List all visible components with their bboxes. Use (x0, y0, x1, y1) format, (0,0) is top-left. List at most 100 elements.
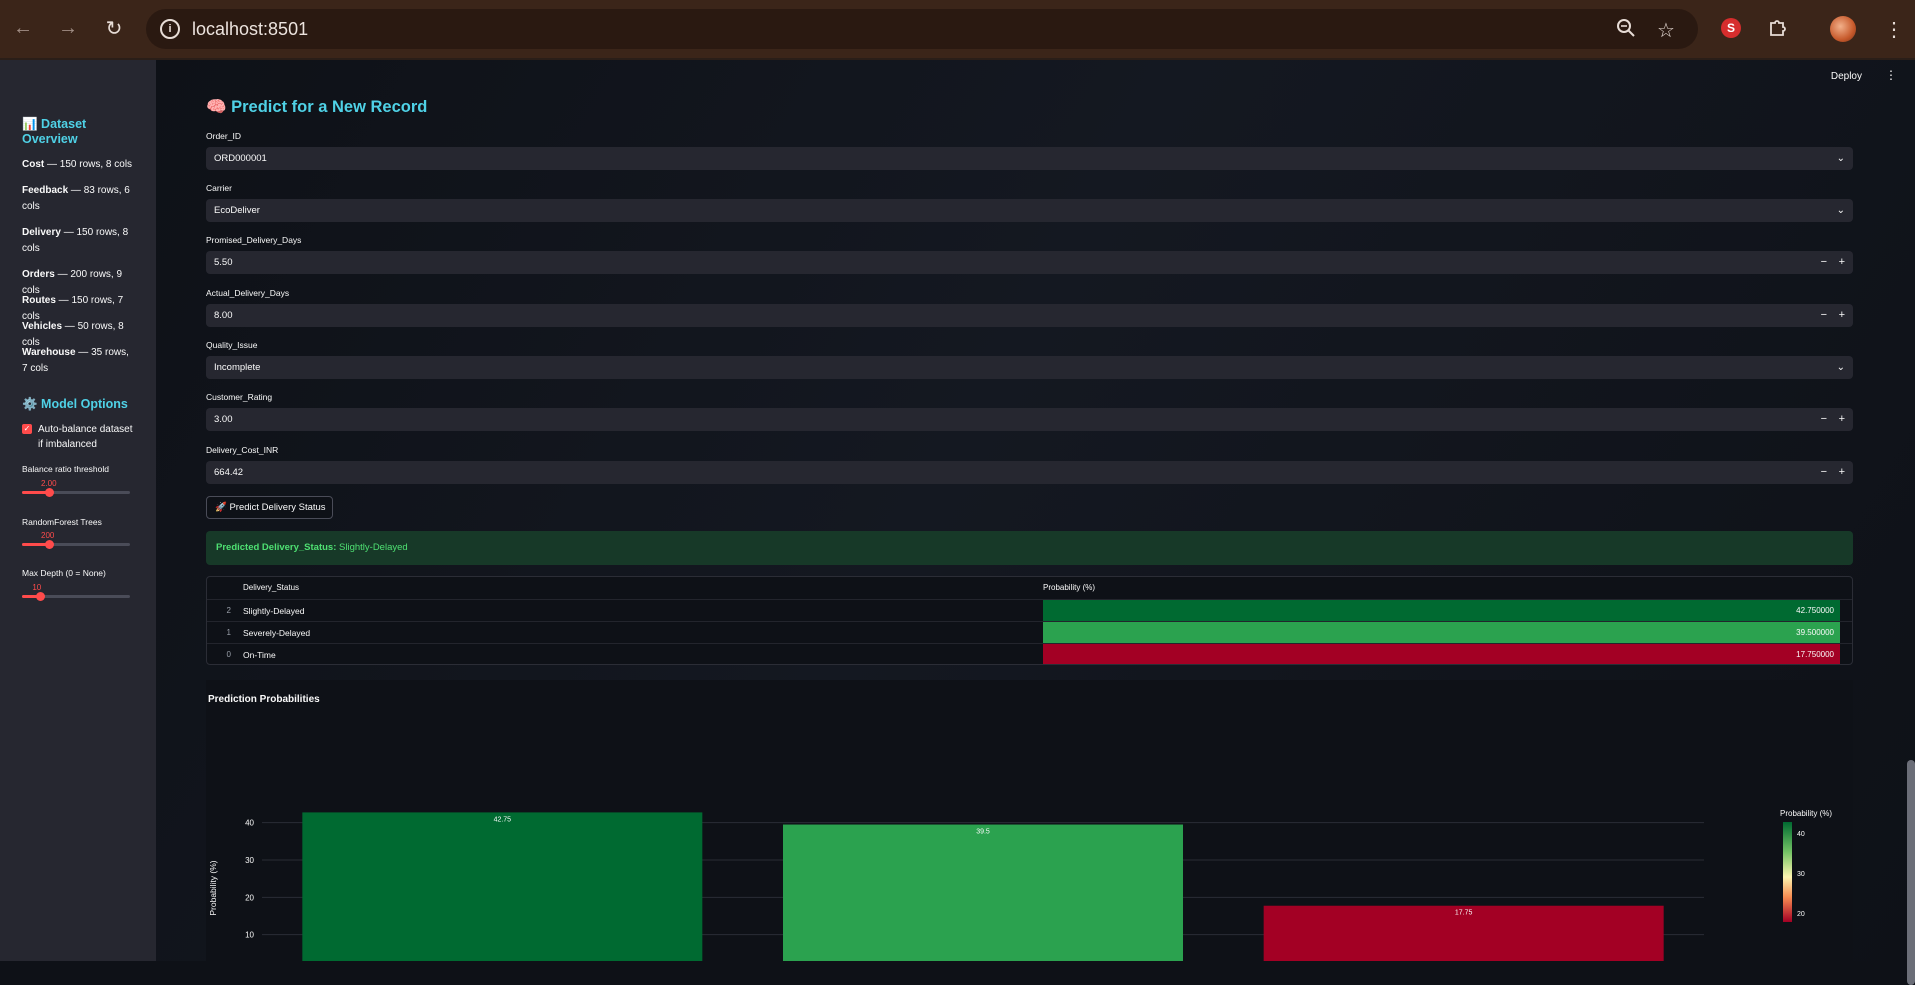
browser-menu-icon[interactable]: ⋮ (1884, 17, 1904, 42)
slider-thumb[interactable] (36, 592, 46, 601)
status-cell: On-Time (243, 650, 276, 660)
y-tick-label: 20 (245, 893, 254, 902)
dataset-item-warehouse: Warehouse — 35 rows, 7 cols (22, 347, 129, 374)
prediction-result-alert: Predicted Delivery_Status: Slightly-Dela… (206, 531, 1853, 565)
decrement-button[interactable]: − (1821, 304, 1827, 327)
max-depth-label: Max Depth (0 = None) (22, 568, 106, 578)
url-text[interactable]: localhost:8501 (192, 19, 308, 40)
auto-balance-checkbox[interactable]: ✓ (22, 424, 32, 434)
header-probability[interactable]: Probability (%) (1043, 577, 1095, 599)
row-index: 2 (226, 606, 231, 615)
slider-thumb[interactable] (45, 488, 54, 497)
bookmark-star-icon[interactable]: ☆ (1657, 18, 1675, 43)
chevron-down-icon[interactable]: ⌄ (1837, 147, 1845, 170)
forward-icon[interactable]: → (57, 17, 79, 39)
slider-value: 10 (32, 583, 42, 592)
bar (783, 824, 1183, 961)
field-value[interactable]: ORD000001 (214, 153, 267, 164)
field-value[interactable]: EcoDeliver (214, 205, 260, 216)
site-info-icon[interactable]: i (160, 19, 180, 39)
table-header-row: Delivery_Status Probability (%) (207, 577, 1852, 599)
slider-thumb[interactable] (45, 540, 54, 549)
probability-table[interactable]: Delivery_Status Probability (%) 2 Slightl… (206, 576, 1853, 665)
sidebar: 📊 Dataset Overview Cost — 150 rows, 8 co… (0, 60, 156, 961)
table-row[interactable]: 2 Slightly-Delayed 42.750000 (207, 599, 1852, 621)
address-bar[interactable]: i localhost:8501 ☆ (146, 9, 1698, 49)
status-cell: Slightly-Delayed (243, 606, 305, 616)
field-label: Customer_Rating (206, 392, 273, 402)
number-input[interactable]: 3.00 − + (206, 408, 1853, 431)
field-value[interactable]: 3.00 (214, 414, 233, 425)
extension-icon[interactable]: S (1721, 18, 1741, 38)
result-label: Predicted Delivery_Status: (216, 542, 340, 553)
decrement-button[interactable]: − (1821, 251, 1827, 274)
browser-toolbar: ← → ↻ i localhost:8501 ☆ S ⋮ (0, 0, 1915, 58)
increment-button[interactable]: + (1839, 304, 1845, 327)
header-status[interactable]: Delivery_Status (243, 577, 299, 599)
field-value[interactable]: Incomplete (214, 362, 260, 373)
extensions-puzzle-icon[interactable] (1767, 17, 1789, 45)
increment-button[interactable]: + (1839, 251, 1845, 274)
dataset-item-feedback: Feedback — 83 rows, 6 cols (22, 185, 130, 212)
increment-button[interactable]: + (1839, 461, 1845, 484)
model-options-heading: ⚙️ Model Options (22, 397, 128, 411)
dataset-item-delivery: Delivery — 150 rows, 8 cols (22, 227, 129, 254)
probability-bar-chart[interactable]: 01020304042.75Slightly-Delayed39.5Severe… (206, 680, 1853, 961)
page-scrollbar[interactable] (1907, 760, 1915, 985)
field-value[interactable]: 5.50 (214, 257, 233, 268)
table-row[interactable]: 1 Severely-Delayed 39.500000 (207, 621, 1852, 643)
chevron-down-icon[interactable]: ⌄ (1837, 356, 1845, 379)
colorbar-tick-label: 20 (1797, 911, 1805, 918)
data-label: 39.5 (976, 829, 990, 836)
decrement-button[interactable]: − (1821, 408, 1827, 431)
field-label: Promised_Delivery_Days (206, 235, 302, 245)
zoom-icon[interactable] (1616, 18, 1636, 44)
field-value[interactable]: 664.42 (214, 467, 243, 478)
number-input[interactable]: 5.50 − + (206, 251, 1853, 274)
increment-button[interactable]: + (1839, 408, 1845, 431)
reload-icon[interactable]: ↻ (103, 17, 125, 40)
balance-ratio-slider[interactable]: 2.00 (22, 479, 130, 497)
result-value: Slightly-Delayed (339, 542, 408, 553)
select-field[interactable]: Incomplete ⌄ (206, 356, 1853, 379)
row-index: 0 (226, 650, 231, 659)
colorbar-tick-label: 30 (1797, 871, 1805, 878)
main-menu-icon[interactable]: ⋮ (1885, 68, 1897, 82)
back-icon[interactable]: ← (12, 17, 34, 39)
balance-ratio-label: Balance ratio threshold (22, 464, 109, 474)
slider-value: 200 (41, 531, 55, 540)
data-label: 17.75 (1455, 910, 1473, 917)
slider-value: 2.00 (41, 479, 57, 488)
predict-button[interactable]: 🚀 Predict Delivery Status (206, 496, 333, 519)
auto-balance-label[interactable]: Auto-balance dataset if imbalanced (38, 422, 138, 452)
colorbar (1783, 822, 1792, 922)
row-index: 1 (226, 628, 231, 637)
probability-cell: 39.500000 (1043, 622, 1840, 643)
chart-panel: Prediction Probabilities 01020304042.75S… (206, 680, 1853, 961)
dataset-item-cost: Cost — 150 rows, 8 cols (22, 159, 133, 170)
rf-trees-slider[interactable]: 200 (22, 531, 130, 549)
status-cell: Severely-Delayed (243, 628, 311, 638)
chevron-down-icon[interactable]: ⌄ (1837, 199, 1845, 222)
select-field[interactable]: ORD000001 ⌄ (206, 147, 1853, 170)
y-tick-label: 40 (245, 819, 254, 828)
y-tick-label: 10 (245, 931, 254, 940)
y-tick-label: 30 (245, 856, 254, 865)
field-label: Quality_Issue (206, 340, 258, 350)
probability-cell: 17.750000 (1043, 644, 1840, 664)
deploy-button[interactable]: Deploy (1831, 71, 1862, 82)
profile-avatar[interactable] (1830, 16, 1856, 42)
dataset-overview-heading: 📊 Dataset Overview (22, 117, 87, 146)
main-content: Deploy ⋮ 🧠 Predict for a New Record Orde… (156, 60, 1915, 985)
table-row[interactable]: 0 On-Time 17.750000 (207, 643, 1852, 664)
field-label: Actual_Delivery_Days (206, 288, 290, 298)
number-input[interactable]: 664.42 − + (206, 461, 1853, 484)
max-depth-slider[interactable]: 10 (22, 583, 130, 601)
field-label: Carrier (206, 183, 232, 193)
field-label: Delivery_Cost_INR (206, 445, 279, 455)
decrement-button[interactable]: − (1821, 461, 1827, 484)
colorbar-tick-label: 40 (1797, 831, 1805, 838)
field-value[interactable]: 8.00 (214, 310, 233, 321)
select-field[interactable]: EcoDeliver ⌄ (206, 199, 1853, 222)
number-input[interactable]: 8.00 − + (206, 304, 1853, 327)
